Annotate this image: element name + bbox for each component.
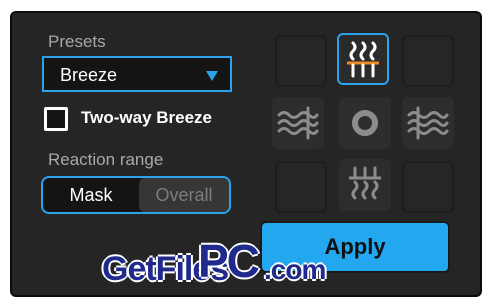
heat-waves-bottom-icon [349,166,381,200]
reaction-range-mask-option[interactable]: Mask [43,178,139,212]
watermark-com-text: .com [264,254,326,285]
wind-right-icon [407,106,449,140]
direction-tile-top-right[interactable] [402,35,454,87]
presets-dropdown[interactable]: Breeze [42,56,232,92]
two-way-breeze-checkbox[interactable] [44,107,68,131]
direction-tile-bottom-left[interactable] [275,161,327,213]
direction-tile-center[interactable] [339,97,391,149]
watermark-pc-text: PC [198,235,260,287]
center-ring-icon [352,110,378,136]
presets-label: Presets [48,32,106,51]
direction-tile-top-center[interactable] [337,33,389,85]
heat-waves-icon [347,41,379,78]
direction-tile-middle-right[interactable] [402,97,454,149]
two-way-breeze-label: Two-way Breeze [81,108,213,127]
chevron-down-icon [206,71,218,81]
direction-tile-top-left[interactable] [275,35,327,87]
reaction-range-label: Reaction range [48,150,164,169]
direction-tile-bottom-center[interactable] [339,159,391,211]
reaction-range-overall-option[interactable]: Overall [139,178,229,212]
direction-tile-middle-left[interactable] [272,97,324,149]
getfilespc-watermark: GetFiles PC .com [102,234,326,294]
presets-selected-value: Breeze [60,65,118,85]
reaction-range-toggle: Mask Overall [41,176,231,214]
wind-left-icon [277,106,319,140]
direction-tile-bottom-right[interactable] [402,161,454,213]
